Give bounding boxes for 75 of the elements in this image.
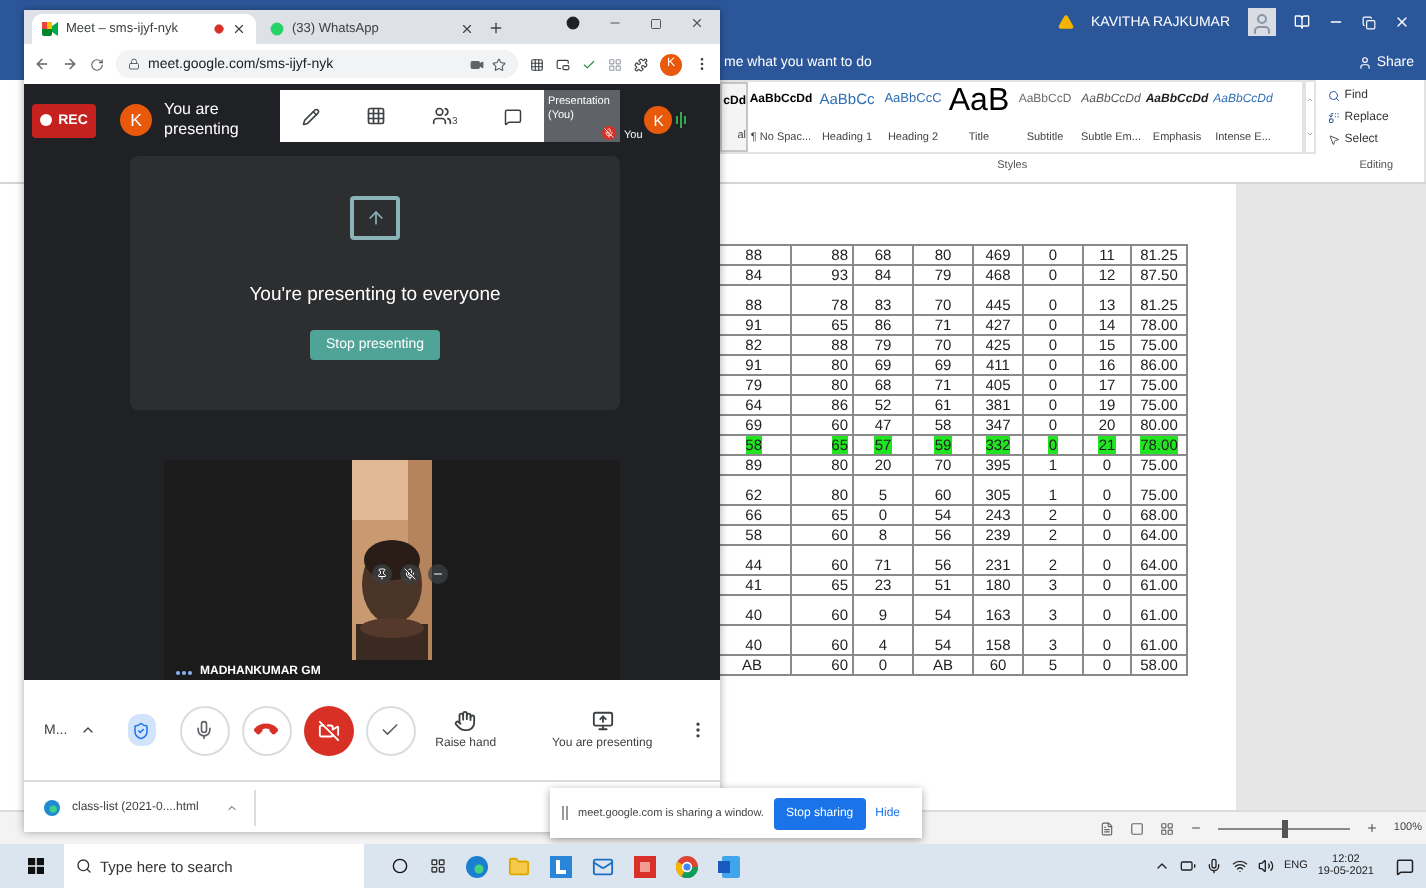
picture-in-picture-icon[interactable]	[556, 57, 570, 71]
hand-icon	[454, 710, 477, 732]
microphone-icon[interactable]	[1205, 858, 1222, 874]
shield-icon	[132, 721, 151, 739]
audio-level-icon	[676, 112, 687, 128]
mail-icon[interactable]	[592, 855, 614, 877]
presenting-message: You're presenting to everyone	[249, 284, 501, 306]
cortana-icon[interactable]	[392, 858, 408, 874]
remove-button[interactable]	[428, 564, 448, 584]
camera-off-button[interactable]	[303, 705, 354, 755]
chevron-up-icon[interactable]	[79, 722, 96, 738]
word-app-icon[interactable]	[718, 855, 740, 877]
check-button[interactable]	[365, 705, 416, 755]
microphone-icon	[194, 720, 215, 740]
maximize-icon[interactable]	[650, 17, 662, 29]
show-hidden-icons-icon[interactable]	[1153, 858, 1170, 874]
grid-icon[interactable]	[366, 106, 387, 126]
back-icon[interactable]	[34, 56, 50, 72]
close-tab-icon[interactable]	[460, 22, 474, 36]
chat-icon[interactable]	[503, 107, 522, 125]
mic-off-icon	[404, 568, 416, 580]
search-icon	[76, 858, 92, 874]
task-view-icon[interactable]	[430, 858, 446, 874]
camera-icon	[470, 57, 484, 71]
pencil-icon[interactable]	[302, 107, 321, 125]
grid-icon[interactable]	[530, 57, 544, 71]
drag-handle-icon[interactable]	[562, 806, 568, 820]
zoom-thumb[interactable]	[1281, 819, 1288, 837]
chrome-app-icon[interactable]	[676, 855, 698, 877]
recording-dot-icon	[214, 24, 224, 34]
pin-icon	[376, 568, 388, 580]
present-screen-icon	[591, 710, 614, 732]
arrow-up-icon	[365, 208, 385, 228]
star-icon[interactable]	[492, 57, 506, 71]
user-avatar: K	[120, 104, 152, 136]
close-tab-icon[interactable]	[232, 22, 246, 36]
check-icon	[380, 720, 401, 740]
hang-up-button[interactable]	[241, 705, 292, 755]
audio-dots-icon	[176, 669, 192, 675]
new-tab-icon[interactable]	[488, 19, 504, 35]
puzzle-icon[interactable]	[634, 57, 648, 71]
start-icon[interactable]	[28, 858, 44, 874]
web-layout-icon[interactable]	[1159, 821, 1174, 835]
battery-icon[interactable]	[1179, 858, 1196, 874]
restore-icon[interactable]	[1362, 15, 1376, 29]
zoom-in-icon[interactable]	[1365, 822, 1378, 834]
ribbon-display-icon[interactable]	[1294, 14, 1310, 30]
app-icon[interactable]	[550, 855, 572, 877]
read-mode-icon[interactable]	[1099, 821, 1114, 835]
chat-bubble-icon	[270, 22, 284, 36]
pointer-icon	[1328, 133, 1341, 145]
security-button[interactable]	[127, 714, 156, 746]
search-icon	[1328, 89, 1341, 101]
warning-icon	[1057, 14, 1073, 30]
close-icon[interactable]	[690, 16, 704, 30]
app-icon[interactable]	[634, 855, 656, 877]
microphone-button[interactable]	[179, 705, 230, 755]
minus-icon	[432, 568, 444, 580]
browser-icon	[44, 799, 60, 815]
people-icon[interactable]	[431, 105, 452, 125]
notifications-icon[interactable]	[1396, 857, 1414, 875]
person-icon	[1358, 55, 1373, 69]
user-avatar-icon	[1248, 8, 1276, 36]
forward-icon[interactable]	[62, 56, 78, 72]
reload-icon[interactable]	[90, 57, 104, 71]
check-icon[interactable]	[582, 57, 596, 71]
volume-icon[interactable]	[1257, 858, 1274, 874]
print-layout-icon[interactable]	[1129, 821, 1144, 835]
presenting-status: You are presenting	[164, 100, 241, 140]
record-icon[interactable]	[566, 16, 580, 30]
lock-icon	[128, 58, 140, 70]
network-icon[interactable]	[1231, 858, 1248, 874]
camera-off-icon	[317, 719, 340, 741]
meet-logo-icon	[42, 22, 58, 36]
browser-app-icon[interactable]	[466, 855, 488, 877]
